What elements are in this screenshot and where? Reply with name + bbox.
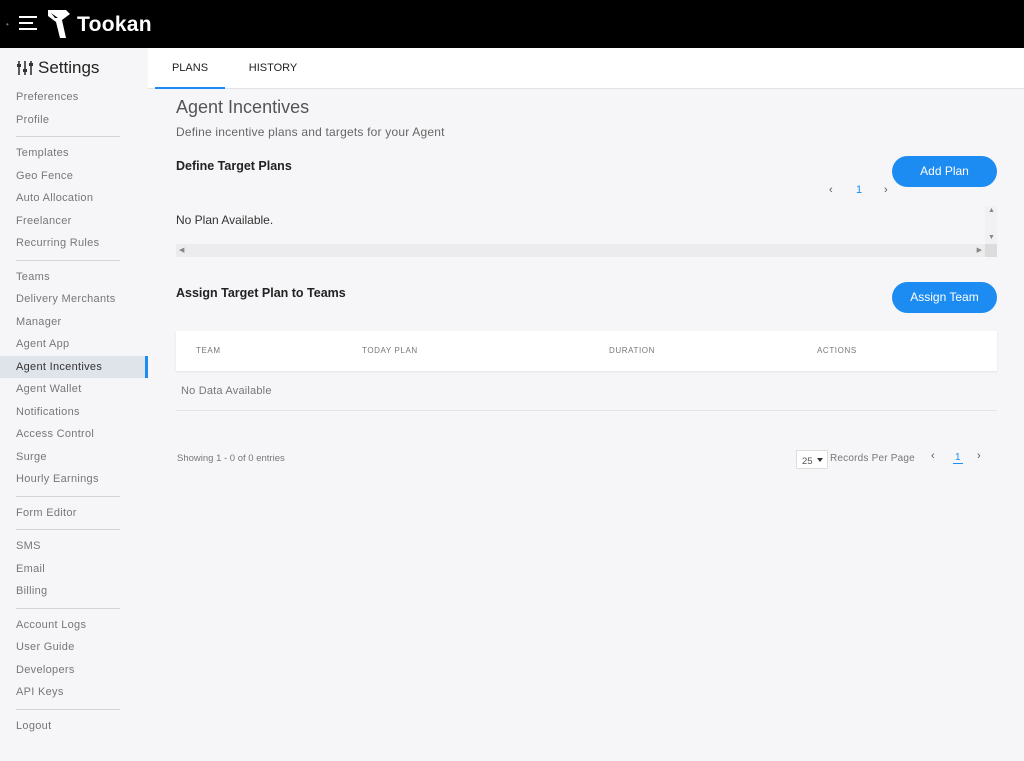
sidebar-item-agent-incentives[interactable]: Agent Incentives [0,355,148,378]
target-plans-heading: Define Target Plans [176,159,292,173]
chevron-right-icon[interactable]: › [977,450,981,462]
sidebar-divider [16,259,120,261]
sidebar-item-hourly-earnings[interactable]: Hourly Earnings [0,468,148,491]
sidebar-divider [16,136,120,137]
tab-plans[interactable]: PLANS [155,48,225,89]
sidebar-item-delivery-merchants[interactable]: Delivery Merchants [0,288,148,311]
sidebar-item-api-keys[interactable]: API Keys [0,681,148,704]
column-actions: ACTIONS [817,346,857,355]
sidebar-divider [16,529,120,530]
records-per-page-select[interactable]: 25 [796,450,828,469]
sidebar-item-profile[interactable]: Profile [0,109,148,132]
sidebar-divider [16,607,120,609]
chevron-left-icon[interactable]: ‹ [829,184,833,196]
records-per-page-label: Records Per Page [830,453,915,464]
sidebar-item-teams[interactable]: Teams [0,266,148,289]
scroll-right-icon[interactable]: ▶ [977,246,982,254]
plans-list: No Plan Available. ▲ ▼ ◀ ▶ [176,206,997,257]
sidebar-item-templates[interactable]: Templates [0,142,148,165]
main-content: PLANS HISTORY Agent Incentives Define in… [148,48,1024,761]
tab-bar: PLANS HISTORY [148,48,1024,89]
caret-down-icon [817,458,823,462]
chevron-left-icon[interactable]: ‹ [931,450,935,462]
assign-team-button[interactable]: Assign Team [892,282,997,313]
scroll-left-icon[interactable]: ◀ [179,246,184,254]
page-title: Agent Incentives [176,97,310,117]
sidebar-item-user-guide[interactable]: User Guide [0,636,148,659]
sidebar-item-geo-fence[interactable]: Geo Fence [0,165,148,188]
sidebar-item-preferences[interactable]: Preferences [0,86,148,109]
sidebar-item-surge[interactable]: Surge [0,446,148,469]
entries-summary: Showing 1 - 0 of 0 entries [177,453,285,464]
settings-sidebar: Settings Preferences Profile Templates Geo … [0,48,148,761]
add-plan-button[interactable]: Add Plan [892,156,997,187]
top-bar: • Tookan [0,0,1024,48]
column-duration[interactable]: DURATION [609,331,655,371]
sidebar-item-billing[interactable]: Billing [0,580,148,603]
sidebar-item-agent-app[interactable]: Agent App [0,333,148,356]
column-team[interactable]: TEAM [196,331,221,371]
sidebar-divider [16,708,120,710]
scroll-up-icon[interactable]: ▲ [988,207,995,214]
collapse-dot-icon: • [6,20,9,29]
teams-table: TEAM TODAY PLAN DURATION ACTIONS No Data… [176,331,997,411]
records-per-page-value: 25 [802,456,813,467]
settings-title-text: Settings [38,58,100,77]
scroll-corner [985,244,997,257]
sidebar-item-email[interactable]: Email [0,558,148,581]
table-row: No Data Available [176,371,997,411]
sidebar-item-access-control[interactable]: Access Control [0,423,148,446]
plans-page-number[interactable]: 1 [856,184,862,196]
menu-icon[interactable] [19,16,37,30]
scroll-down-icon[interactable]: ▼ [988,234,995,241]
column-today-plan[interactable]: TODAY PLAN [362,331,418,371]
horizontal-scrollbar[interactable]: ◀ ▶ [176,244,985,257]
sidebar-item-recurring-rules[interactable]: Recurring Rules [0,232,148,255]
table-empty-message: No Data Available [181,385,272,397]
sidebar-item-freelancer[interactable]: Freelancer [0,210,148,233]
sidebar-item-developers[interactable]: Developers [0,659,148,682]
page-subtitle: Define incentive plans and targets for y… [176,125,445,139]
sidebar-item-logout[interactable]: Logout [0,715,148,738]
sidebar-item-manager[interactable]: Manager [0,311,148,334]
tookan-logo-icon [48,10,70,38]
sidebar-item-sms[interactable]: SMS [0,535,148,558]
plans-empty-message: No Plan Available. [176,213,274,227]
chevron-right-icon[interactable]: › [884,184,888,196]
vertical-scrollbar[interactable]: ▲ ▼ [985,206,997,244]
sidebar-item-form-editor[interactable]: Form Editor [0,502,148,525]
sidebar-item-agent-wallet[interactable]: Agent Wallet [0,378,148,401]
table-page-number[interactable]: 1 [953,452,963,464]
settings-sliders-icon [17,61,33,75]
sidebar-item-account-logs[interactable]: Account Logs [0,614,148,637]
settings-nav: Preferences Profile Templates Geo Fence Auto… [0,86,148,737]
assign-plan-heading: Assign Target Plan to Teams [176,286,346,300]
brand-name[interactable]: Tookan [77,13,152,37]
settings-title: Settings [16,58,99,78]
table-header: TEAM TODAY PLAN DURATION ACTIONS [176,331,997,371]
sidebar-item-notifications[interactable]: Notifications [0,401,148,424]
plans-pagination: ‹ 1 › [824,184,894,198]
tab-history[interactable]: HISTORY [238,48,308,89]
sidebar-divider [16,495,120,497]
sidebar-item-auto-allocation[interactable]: Auto Allocation [0,187,148,210]
